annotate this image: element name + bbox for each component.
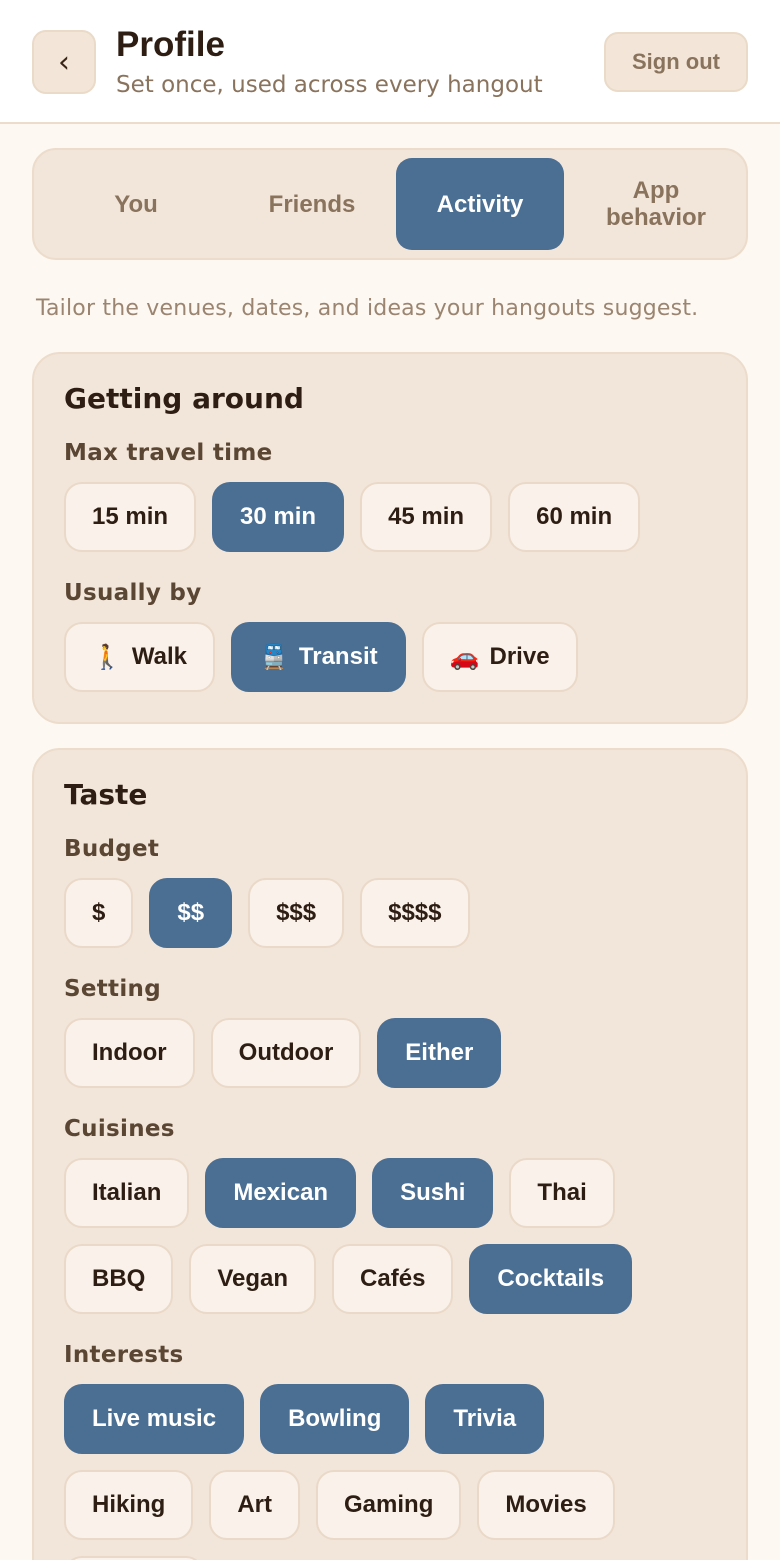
mode-drive[interactable]: 🚗 Drive: [421, 622, 578, 692]
interests-row-1: Live music Bowling Trivia: [64, 1384, 545, 1454]
max-travel-options: 15 min 30 min 45 min 60 min: [64, 482, 641, 552]
mode-walk-label: Walk: [131, 643, 188, 670]
cuisine-mexican[interactable]: Mexican: [205, 1158, 357, 1228]
mode-transit[interactable]: 🚆 Transit: [231, 622, 406, 692]
cuisine-cafes[interactable]: Cafés: [332, 1244, 454, 1314]
travel-option-30[interactable]: 30 min: [212, 482, 345, 552]
getting-around-card: Getting around Max travel time 15 min 30…: [32, 352, 748, 724]
interest-trivia[interactable]: Trivia: [425, 1384, 545, 1454]
tab-app-behavior[interactable]: App behavior: [572, 158, 740, 250]
usually-by-label: Usually by: [64, 580, 202, 606]
budget-option-1[interactable]: $: [64, 878, 134, 948]
chevron-left-icon: ‹: [58, 44, 70, 80]
title-block: Profile Set once, used across every hang…: [116, 24, 543, 100]
app-header: ‹ Profile Set once, used across every ha…: [0, 0, 780, 124]
cuisine-sushi[interactable]: Sushi: [372, 1158, 494, 1228]
mode-transit-label: Transit: [298, 643, 378, 670]
walking-person-icon: 🚶: [92, 643, 122, 671]
setting-label: Setting: [64, 976, 161, 1002]
tab-friends[interactable]: Friends: [228, 158, 396, 250]
tab-you[interactable]: You: [52, 158, 220, 250]
taste-title: Taste: [64, 778, 148, 811]
travel-option-60[interactable]: 60 min: [508, 482, 641, 552]
cuisine-vegan[interactable]: Vegan: [189, 1244, 317, 1314]
setting-either[interactable]: Either: [377, 1018, 502, 1088]
mode-drive-label: Drive: [489, 643, 550, 670]
taste-card: Taste Budget $ $$ $$$ $$$$ Setting Indoo…: [32, 748, 748, 1560]
back-button[interactable]: ‹: [32, 30, 96, 94]
cuisine-italian[interactable]: Italian: [64, 1158, 190, 1228]
tab-activity[interactable]: Activity: [396, 158, 564, 250]
setting-indoor[interactable]: Indoor: [64, 1018, 195, 1088]
interest-live-music[interactable]: Live music: [64, 1384, 245, 1454]
interest-hiking[interactable]: Hiking: [64, 1470, 194, 1540]
interests-label: Interests: [64, 1342, 184, 1368]
budget-options: $ $$ $$$ $$$$: [64, 878, 470, 948]
setting-options: Indoor Outdoor Either: [64, 1018, 502, 1088]
travel-option-45[interactable]: 45 min: [360, 482, 493, 552]
interests-row-2: Hiking Art Gaming Movies: [64, 1470, 615, 1540]
interests-row-3: [64, 1556, 204, 1560]
page-subtitle: Set once, used across every hangout: [116, 72, 543, 98]
page-title: Profile: [116, 25, 225, 64]
train-icon: 🚆: [259, 643, 289, 671]
budget-option-3[interactable]: $$$: [248, 878, 345, 948]
car-icon: 🚗: [449, 643, 480, 671]
travel-option-15[interactable]: 15 min: [64, 482, 197, 552]
setting-outdoor[interactable]: Outdoor: [210, 1018, 362, 1088]
cuisines-label: Cuisines: [64, 1116, 175, 1142]
budget-label: Budget: [64, 836, 160, 862]
cuisines-row-1: Italian Mexican Sushi Thai: [64, 1158, 615, 1228]
interest-gaming[interactable]: Gaming: [316, 1470, 462, 1540]
max-travel-label: Max travel time: [64, 440, 273, 466]
sign-out-button[interactable]: Sign out: [604, 32, 748, 92]
interest-bowling[interactable]: Bowling: [260, 1384, 410, 1454]
interest-movies[interactable]: Movies: [477, 1470, 615, 1540]
cuisine-thai[interactable]: Thai: [509, 1158, 615, 1228]
profile-tabs: You Friends Activity App behavior: [32, 148, 748, 260]
getting-around-title: Getting around: [64, 382, 304, 415]
usually-by-options: 🚶 Walk 🚆 Transit 🚗 Drive: [64, 622, 578, 692]
interest-more-chip[interactable]: [64, 1556, 204, 1560]
cuisines-row-2: BBQ Vegan Cafés Cocktails: [64, 1244, 633, 1314]
cuisine-bbq[interactable]: BBQ: [64, 1244, 174, 1314]
budget-option-4[interactable]: $$$$: [360, 878, 470, 948]
cuisine-cocktails[interactable]: Cocktails: [469, 1244, 633, 1314]
interest-art[interactable]: Art: [209, 1470, 301, 1540]
mode-walk[interactable]: 🚶 Walk: [64, 622, 216, 692]
budget-option-2[interactable]: $$: [149, 878, 233, 948]
intro-text: Tailor the venues, dates, and ideas your…: [36, 296, 699, 321]
